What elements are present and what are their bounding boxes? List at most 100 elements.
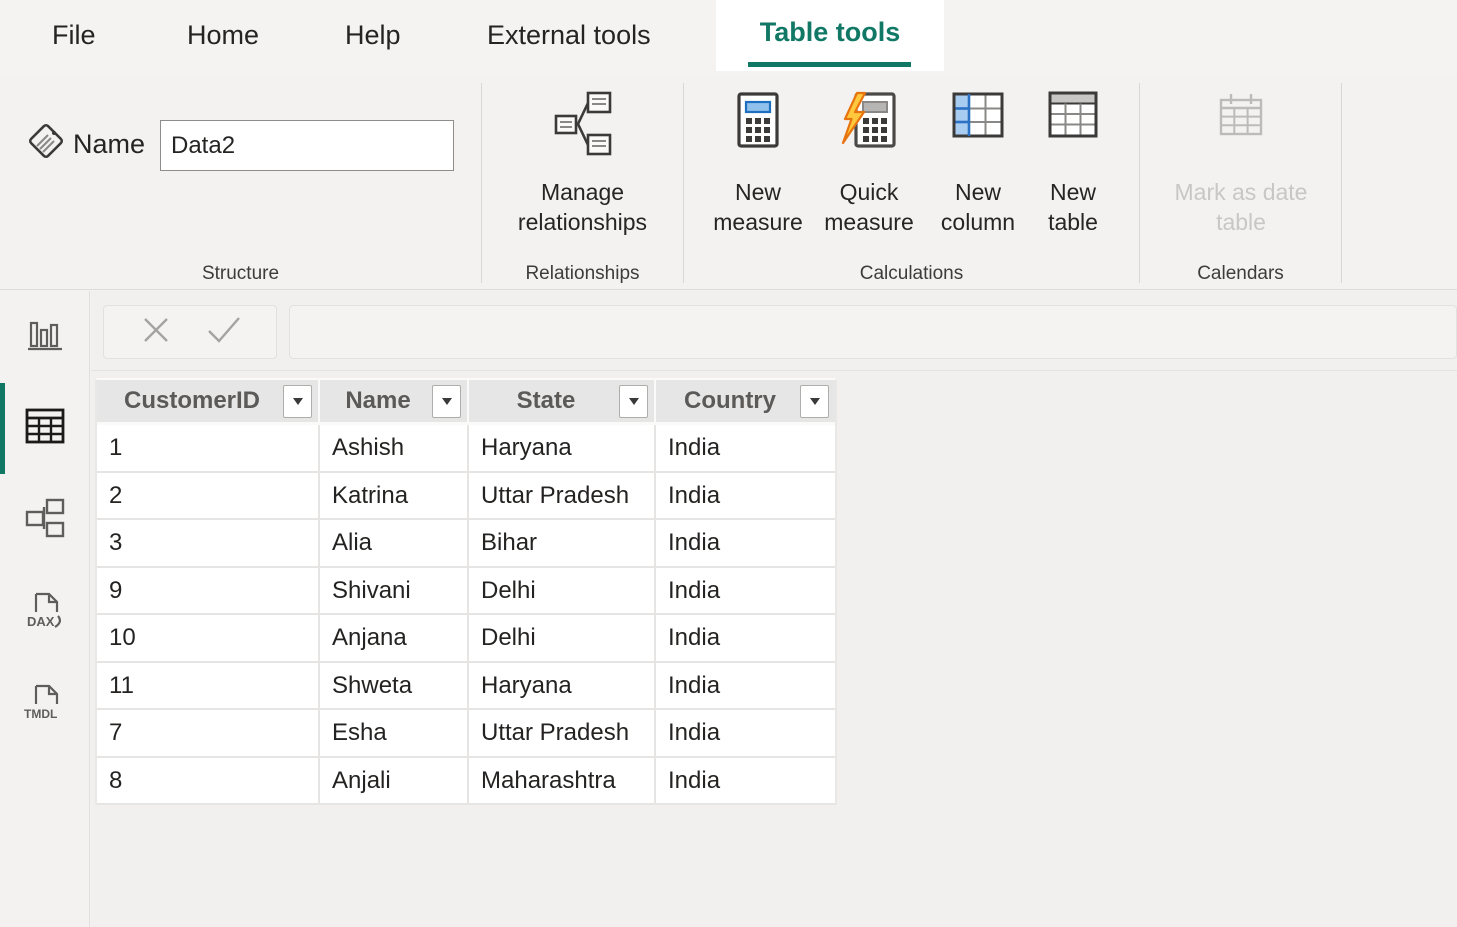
new-measure-label: New measure	[704, 177, 812, 237]
table-cell[interactable]: India	[656, 758, 835, 804]
commit-button[interactable]	[207, 317, 241, 347]
manage-relationships-button[interactable]: Manage relationships	[482, 85, 683, 260]
menubar: File Home Help External tools Table tool…	[0, 0, 1457, 75]
new-table-button[interactable]: New table	[1028, 85, 1118, 260]
filter-dropdown-button[interactable]	[432, 385, 461, 418]
ribbon-group-calculations: New measure Quick measure	[684, 75, 1139, 289]
table-row[interactable]: 7EshaUttar PradeshIndia	[97, 710, 835, 758]
table-row[interactable]: 2KatrinaUttar PradeshIndia	[97, 473, 835, 521]
tmdl-file-icon: TMDL	[22, 682, 68, 729]
table-cell[interactable]: 11	[97, 663, 320, 709]
formula-input[interactable]	[289, 305, 1457, 359]
table-cell[interactable]: Bihar	[469, 520, 656, 566]
data-table: CustomerID Name State	[95, 378, 837, 805]
sidebar-item-report-view[interactable]	[0, 305, 90, 369]
mark-as-date-table-button: Mark as date table	[1155, 85, 1327, 260]
cancel-button[interactable]	[139, 317, 173, 347]
table-cell[interactable]: Ashish	[320, 425, 469, 471]
menu-item-home[interactable]: Home	[187, 0, 259, 71]
chevron-down-icon	[810, 398, 820, 405]
view-sidebar: DAX TMDL	[0, 291, 90, 927]
group-label-structure: Structure	[0, 263, 481, 285]
manage-relationships-label: Manage relationships	[482, 177, 683, 237]
tab-table-tools[interactable]: Table tools	[716, 0, 944, 71]
filter-dropdown-button[interactable]	[619, 385, 648, 418]
table-row[interactable]: 10AnjanaDelhiIndia	[97, 615, 835, 663]
new-table-label: New table	[1028, 177, 1118, 237]
table-row[interactable]: 1AshishHaryanaIndia	[97, 425, 835, 473]
column-header-country[interactable]: Country	[656, 380, 835, 422]
table-cell[interactable]: 10	[97, 615, 320, 661]
table-cell[interactable]: 7	[97, 710, 320, 756]
sidebar-item-table-view[interactable]	[0, 396, 90, 460]
table-cell[interactable]: 8	[97, 758, 320, 804]
table-cell[interactable]: Delhi	[469, 615, 656, 661]
active-tab-underline	[748, 62, 911, 67]
menu-item-external-tools[interactable]: External tools	[487, 0, 651, 71]
table-cell[interactable]: Maharashtra	[469, 758, 656, 804]
table-cell[interactable]: India	[656, 425, 835, 471]
table-cell[interactable]: Shivani	[320, 568, 469, 614]
new-measure-button[interactable]: New measure	[704, 85, 812, 260]
mark-as-date-table-icon	[1155, 91, 1327, 163]
table-cell[interactable]: India	[656, 615, 835, 661]
table-cell[interactable]: Haryana	[469, 663, 656, 709]
table-cell[interactable]: 1	[97, 425, 320, 471]
quick-measure-button[interactable]: Quick measure	[813, 85, 925, 260]
group-label-calculations: Calculations	[684, 263, 1139, 285]
chevron-down-icon	[442, 398, 452, 405]
sidebar-item-tmdl-view[interactable]: TMDL	[0, 673, 90, 737]
table-cell[interactable]: Anjali	[320, 758, 469, 804]
table-cell[interactable]: India	[656, 663, 835, 709]
ribbon-group-relationships: Manage relationships Relationships	[482, 75, 683, 289]
manage-relationships-icon	[482, 91, 683, 163]
table-cell[interactable]: Haryana	[469, 425, 656, 471]
group-label-calendars: Calendars	[1140, 263, 1341, 285]
table-cell[interactable]: Esha	[320, 710, 469, 756]
table-body: 1AshishHaryanaIndia2KatrinaUttar Pradesh…	[97, 425, 835, 805]
svg-text:DAX: DAX	[27, 614, 55, 629]
table-cell[interactable]: 9	[97, 568, 320, 614]
new-table-icon	[1028, 91, 1118, 163]
table-cell[interactable]: Anjana	[320, 615, 469, 661]
menu-item-help[interactable]: Help	[345, 0, 401, 71]
table-cell[interactable]: Alia	[320, 520, 469, 566]
menu-item-file[interactable]: File	[52, 0, 96, 71]
workspace: DAX TMDL	[0, 291, 1457, 927]
filter-dropdown-button[interactable]	[283, 385, 312, 418]
formula-bar-separator	[91, 370, 1457, 371]
table-row[interactable]: 8AnjaliMaharashtraIndia	[97, 758, 835, 806]
model-icon	[25, 498, 65, 543]
new-column-icon	[926, 91, 1030, 163]
ribbon-divider	[1341, 83, 1342, 283]
new-column-button[interactable]: New column	[926, 85, 1030, 260]
table-row[interactable]: 9ShivaniDelhiIndia	[97, 568, 835, 616]
table-cell[interactable]: Katrina	[320, 473, 469, 519]
new-measure-icon	[704, 91, 812, 163]
mark-as-date-table-label: Mark as date table	[1155, 177, 1327, 237]
table-row[interactable]: 11ShwetaHaryanaIndia	[97, 663, 835, 711]
table-cell[interactable]: India	[656, 473, 835, 519]
filter-dropdown-button[interactable]	[800, 385, 829, 418]
table-cell[interactable]: 2	[97, 473, 320, 519]
table-cell[interactable]: India	[656, 520, 835, 566]
table-name-input[interactable]	[160, 120, 454, 171]
column-header-customerid[interactable]: CustomerID	[97, 380, 320, 422]
column-header-label: Name	[320, 387, 432, 415]
table-cell[interactable]: Delhi	[469, 568, 656, 614]
table-cell[interactable]: Shweta	[320, 663, 469, 709]
quick-measure-label: Quick measure	[813, 177, 925, 237]
column-header-label: CustomerID	[97, 387, 283, 415]
table-cell[interactable]: Uttar Pradesh	[469, 710, 656, 756]
table-cell[interactable]: Uttar Pradesh	[469, 473, 656, 519]
quick-measure-icon	[813, 91, 925, 163]
table-cell[interactable]: India	[656, 710, 835, 756]
table-cell[interactable]: 3	[97, 520, 320, 566]
sidebar-item-dax-query-view[interactable]: DAX	[0, 581, 90, 645]
chevron-down-icon	[293, 398, 303, 405]
table-cell[interactable]: India	[656, 568, 835, 614]
table-row[interactable]: 3AliaBiharIndia	[97, 520, 835, 568]
sidebar-item-model-view[interactable]	[0, 488, 90, 552]
column-header-state[interactable]: State	[469, 380, 656, 422]
column-header-name[interactable]: Name	[320, 380, 469, 422]
